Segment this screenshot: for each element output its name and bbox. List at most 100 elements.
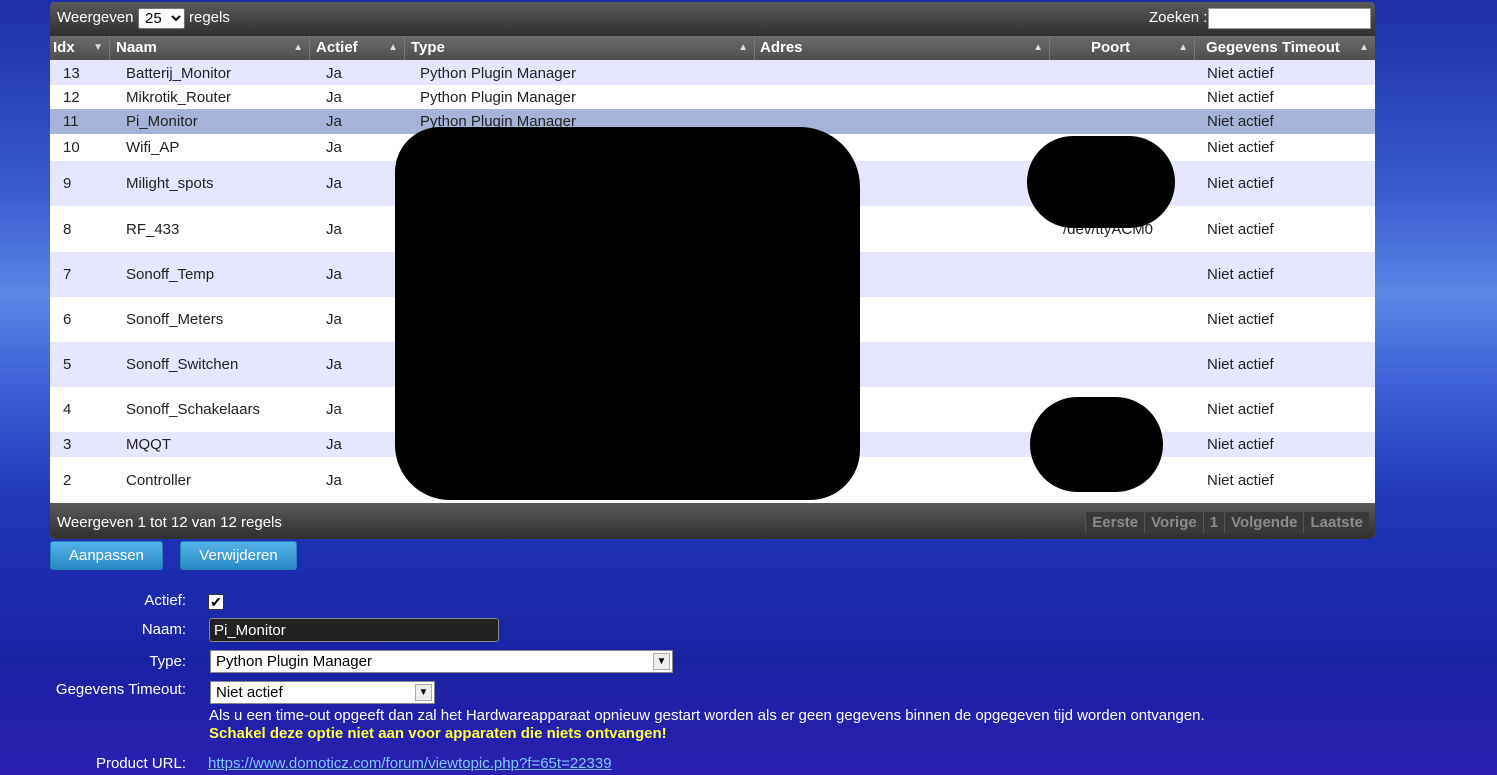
checkmark-icon: ✔	[210, 594, 222, 610]
cell-actief: Ja	[326, 471, 342, 489]
hardware-table: Weergeven 25 regels Zoeken : Idx ▼ Naam ▲ …	[50, 2, 1375, 539]
cell-actief: Ja	[326, 88, 342, 106]
timeout-select-value: Niet actief	[216, 684, 283, 701]
cell-idx: 2	[63, 471, 72, 489]
cell-naam: MQQT	[126, 436, 171, 453]
delete-button[interactable]: Verwijderen	[180, 541, 297, 570]
column-header-idx[interactable]: Idx ▼	[50, 36, 110, 60]
cell-naam: Milight_spots	[126, 175, 214, 192]
timeout-select[interactable]: Niet actief ▼	[210, 681, 435, 704]
active-checkbox[interactable]: ✔	[208, 594, 224, 610]
cell-actief: Ja	[326, 139, 342, 156]
cell-naam: Pi_Monitor	[126, 113, 198, 130]
cell-actief: Ja	[326, 266, 342, 283]
page-size-select[interactable]: 25	[138, 8, 185, 29]
cell-type: Python Plugin Manager	[420, 64, 576, 82]
cell-idx: 9	[63, 175, 72, 192]
cell-timeout: Niet actief	[1207, 64, 1274, 82]
cell-timeout: Niet actief	[1207, 113, 1274, 130]
search-input[interactable]	[1208, 8, 1371, 29]
sort-arrow-icon: ▲	[1033, 42, 1043, 53]
chevron-down-icon: ▼	[653, 653, 670, 670]
rows-label: regels	[189, 9, 230, 26]
cell-idx: 8	[63, 220, 72, 238]
cell-idx: 4	[63, 401, 72, 418]
cell-actief: Ja	[326, 311, 342, 328]
cell-timeout: Niet actief	[1207, 311, 1274, 328]
cell-idx: 12	[63, 88, 80, 106]
type-label: Type:	[149, 653, 186, 670]
cell-actief: Ja	[326, 220, 342, 238]
sort-arrow-icon: ▲	[293, 42, 303, 53]
column-header-poort[interactable]: Poort ▲	[1050, 36, 1195, 60]
product-url-link[interactable]: https://www.domoticz.com/forum/viewtopic…	[208, 755, 612, 772]
redaction-scribble	[1030, 397, 1163, 492]
column-label: Actief	[316, 39, 358, 56]
redaction-scribble	[1027, 136, 1175, 228]
cell-idx: 10	[63, 139, 80, 156]
pager-last[interactable]: Laatste	[1303, 512, 1369, 533]
cell-timeout: Niet actief	[1207, 401, 1274, 418]
sort-arrow-icon: ▲	[1359, 42, 1369, 53]
pager-previous[interactable]: Vorige	[1144, 512, 1203, 533]
name-input[interactable]	[209, 618, 499, 642]
column-label: Idx	[53, 39, 75, 56]
name-label: Naam:	[141, 621, 186, 638]
cell-actief: Ja	[326, 113, 342, 130]
pagination: Eerste Vorige 1 Volgende Laatste	[1085, 512, 1369, 533]
column-header-adres[interactable]: Adres ▲	[755, 36, 1050, 60]
cell-actief: Ja	[326, 175, 342, 192]
cell-idx: 5	[63, 356, 72, 373]
table-top-bar: Weergeven 25 regels Zoeken :	[50, 2, 1375, 36]
chevron-down-icon: ▼	[415, 684, 432, 701]
cell-timeout: Niet actief	[1207, 220, 1274, 238]
cell-naam: Sonoff_Temp	[126, 266, 215, 283]
cell-naam: Sonoff_Schakelaars	[126, 401, 260, 418]
type-select-value: Python Plugin Manager	[216, 653, 372, 670]
sort-arrow-icon: ▲	[738, 42, 748, 53]
column-header-timeout[interactable]: Gegevens Timeout ▲	[1195, 36, 1375, 60]
cell-type: Python Plugin Manager	[420, 88, 576, 106]
update-button[interactable]: Aanpassen	[50, 541, 163, 570]
table-info: Weergeven 1 tot 12 van 12 regels	[57, 514, 282, 531]
cell-naam: Controller	[126, 471, 192, 489]
cell-actief: Ja	[326, 64, 342, 82]
cell-idx: 3	[63, 436, 72, 453]
column-header-type[interactable]: Type ▲	[405, 36, 755, 60]
show-label: Weergeven	[57, 9, 134, 26]
cell-actief: Ja	[326, 356, 342, 373]
pager-first[interactable]: Eerste	[1085, 512, 1145, 533]
search-label: Zoeken :	[1149, 9, 1208, 26]
timeout-label: Gegevens Timeout:	[55, 681, 186, 698]
redaction-scribble	[395, 127, 860, 500]
cell-actief: Ja	[326, 436, 342, 453]
active-label: Actief:	[144, 592, 186, 609]
cell-timeout: Niet actief	[1207, 266, 1274, 283]
pager-next[interactable]: Volgende	[1224, 512, 1304, 533]
cell-timeout: Niet actief	[1207, 88, 1274, 106]
sort-desc-icon: ▼	[93, 42, 103, 53]
sort-arrow-icon: ▲	[388, 42, 398, 53]
column-label: Naam	[116, 39, 157, 56]
cell-idx: 7	[63, 266, 72, 283]
table-row[interactable]: 12 Mikrotik_Router Ja Python Plugin Mana…	[50, 85, 1375, 109]
column-label: Gegevens Timeout	[1206, 39, 1340, 56]
column-label: Adres	[760, 39, 803, 56]
cell-idx: 13	[63, 64, 80, 82]
cell-timeout: Niet actief	[1207, 471, 1274, 489]
column-label: Type	[411, 39, 445, 56]
cell-timeout: Niet actief	[1207, 175, 1274, 192]
cell-naam: Batterij_Monitor	[126, 64, 232, 82]
cell-idx: 6	[63, 311, 72, 328]
table-header: Idx ▼ Naam ▲ Actief ▲ Type ▲ Adres ▲ Poort ▲ G…	[50, 36, 1375, 60]
column-header-actief[interactable]: Actief ▲	[310, 36, 405, 60]
column-header-naam[interactable]: Naam ▲	[110, 36, 310, 60]
type-select[interactable]: Python Plugin Manager ▼	[210, 650, 673, 673]
table-row[interactable]: 13 Batterij_Monitor Ja Python Plugin Man…	[50, 61, 1375, 85]
cell-naam: Mikrotik_Router	[126, 88, 232, 106]
pager-page-1[interactable]: 1	[1202, 512, 1225, 533]
timeout-warning: Schakel deze optie niet aan voor apparat…	[209, 725, 667, 742]
product-url-label: Product URL:	[95, 755, 186, 772]
cell-idx: 11	[63, 113, 79, 130]
timeout-note: Als u een time-out opgeeft dan zal het H…	[209, 707, 1205, 724]
